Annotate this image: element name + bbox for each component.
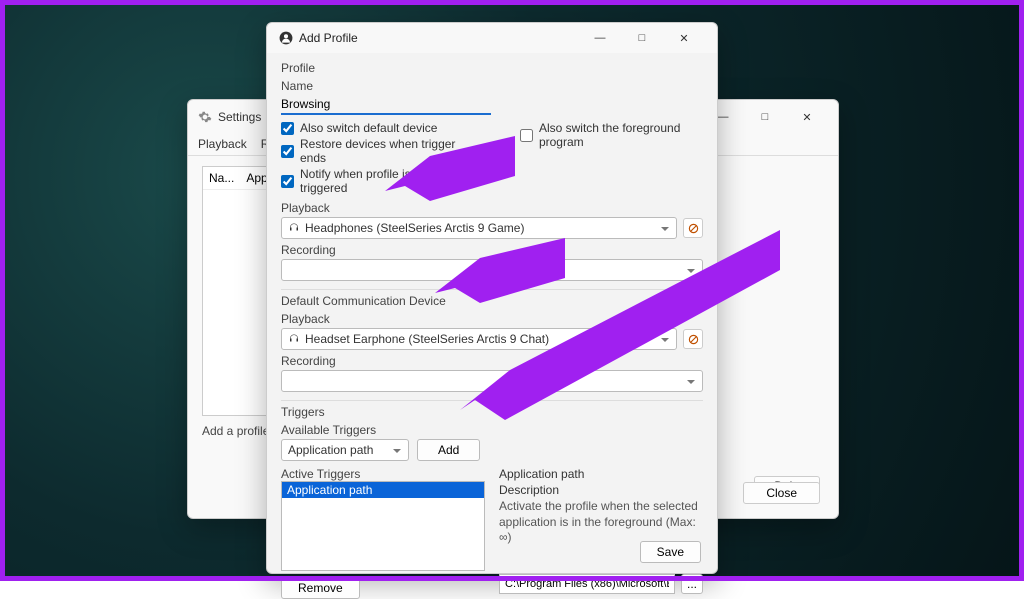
- playback-reset-button[interactable]: [683, 218, 703, 238]
- gear-icon: [198, 110, 212, 124]
- checkbox-foreground[interactable]: Also switch the foreground program: [520, 121, 703, 149]
- save-button[interactable]: Save: [640, 541, 701, 563]
- browse-button[interactable]: ...: [681, 574, 703, 594]
- triggers-section-label: Triggers: [281, 405, 703, 419]
- remove-trigger-button[interactable]: Remove: [281, 577, 360, 599]
- active-triggers-listbox[interactable]: Application path: [281, 481, 485, 571]
- available-triggers-label: Available Triggers: [281, 423, 703, 437]
- add-profile-dialog: Add Profile — □ ✕ Profile Name Also swit…: [266, 22, 718, 574]
- tab-playback[interactable]: Playback: [198, 137, 247, 155]
- user-icon: [279, 31, 293, 45]
- list-item[interactable]: Application path: [282, 482, 484, 498]
- settings-title: Settings: [218, 110, 261, 124]
- close-window-button[interactable]: ✕: [786, 102, 828, 132]
- comm-playback-label: Playback: [281, 312, 703, 326]
- checkbox-also-switch-default[interactable]: Also switch default device: [281, 121, 460, 135]
- close-window-button[interactable]: ✕: [663, 23, 705, 53]
- headset-icon: [288, 333, 300, 345]
- settings-window-controls: — □ ✕: [702, 102, 828, 132]
- close-button[interactable]: Close: [743, 482, 820, 504]
- recording-label: Recording: [281, 243, 703, 257]
- playback-combo[interactable]: Headphones (SteelSeries Arctis 9 Game): [281, 217, 677, 239]
- minimize-button[interactable]: —: [579, 23, 621, 53]
- add-trigger-button[interactable]: Add: [417, 439, 480, 461]
- add-profile-title: Add Profile: [299, 31, 358, 45]
- playback-label: Playback: [281, 201, 703, 215]
- checkbox-notify[interactable]: Notify when profile is triggered: [281, 167, 460, 195]
- trigger-desc-label: Description: [499, 483, 703, 497]
- active-triggers-label: Active Triggers: [281, 467, 485, 481]
- name-input[interactable]: [281, 95, 491, 115]
- comm-recording-label: Recording: [281, 354, 703, 368]
- name-label: Name: [281, 79, 703, 93]
- addprofile-window-controls: — □ ✕: [579, 23, 705, 53]
- application-path-input[interactable]: [499, 574, 675, 594]
- comm-playback-combo[interactable]: Headset Earphone (SteelSeries Arctis 9 C…: [281, 328, 677, 350]
- trigger-desc-text: Activate the profile when the selected a…: [499, 499, 703, 546]
- comm-recording-combo[interactable]: [281, 370, 703, 392]
- headphones-icon: [288, 222, 300, 234]
- available-triggers-combo[interactable]: Application path: [281, 439, 409, 461]
- checkbox-restore[interactable]: Restore devices when trigger ends: [281, 137, 460, 165]
- maximize-button[interactable]: □: [744, 102, 786, 132]
- comm-section-label: Default Communication Device: [281, 294, 703, 308]
- add-profile-titlebar[interactable]: Add Profile — □ ✕: [267, 23, 717, 53]
- recording-combo[interactable]: [281, 259, 703, 281]
- profile-section-label: Profile: [281, 61, 703, 75]
- maximize-button[interactable]: □: [621, 23, 663, 53]
- col-name: Na...: [209, 171, 234, 185]
- trigger-detail-title: Application path: [499, 467, 703, 481]
- comm-playback-reset-button[interactable]: [683, 329, 703, 349]
